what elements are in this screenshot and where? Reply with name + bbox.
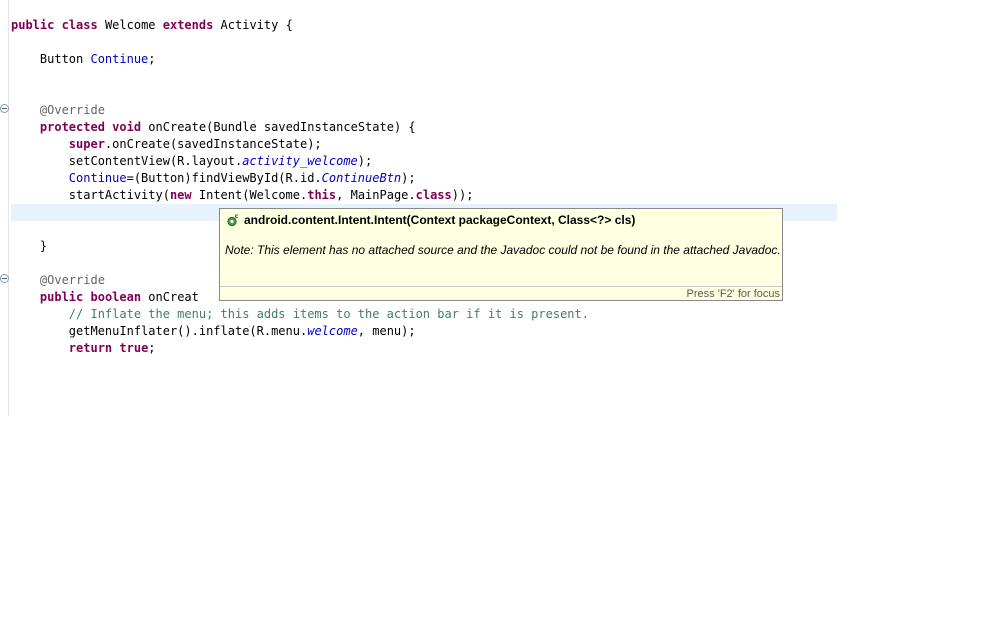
code-line-comment[interactable]: // Inflate the menu; this adds items to … bbox=[11, 306, 589, 323]
code-token: ); bbox=[401, 171, 416, 185]
code-token: // Inflate the menu; this adds items to … bbox=[11, 307, 589, 321]
javadoc-note: Note: This element has no attached sourc… bbox=[225, 243, 781, 257]
code-line[interactable]: super.onCreate(savedInstanceState); bbox=[11, 136, 322, 153]
code-token: @Override bbox=[11, 273, 105, 287]
javadoc-hover-popup[interactable]: c android.content.Intent.Intent(Context … bbox=[219, 208, 783, 301]
code-token: activity_welcome bbox=[242, 154, 358, 168]
code-token: class bbox=[415, 188, 452, 202]
code-line-method-declaration[interactable]: protected void onCreate(Bundle savedInst… bbox=[11, 119, 416, 136]
code-token: protected bbox=[39, 120, 105, 134]
code-token: public bbox=[39, 290, 84, 304]
code-token: getMenuInflater().inflate(R.menu. bbox=[11, 324, 308, 338]
code-token: Intent(Welcome. bbox=[191, 188, 308, 202]
code-token: ContinueBtn bbox=[321, 171, 402, 185]
code-line-field[interactable]: Button Continue; bbox=[11, 51, 156, 68]
code-token: =(Button)findViewById(R.id. bbox=[126, 171, 322, 185]
code-line[interactable]: return true; bbox=[11, 340, 156, 357]
code-token: Welcome bbox=[97, 18, 163, 32]
code-token: welcome bbox=[307, 324, 358, 338]
popup-status-divider bbox=[220, 286, 782, 287]
code-token: Continue bbox=[68, 171, 127, 185]
code-token: startActivity( bbox=[11, 188, 170, 202]
code-token: public bbox=[11, 18, 55, 32]
code-line[interactable]: startActivity(new Intent(Welcome.this, M… bbox=[11, 187, 474, 204]
code-token: Button bbox=[11, 52, 91, 66]
code-token: setContentView(R.layout. bbox=[11, 154, 243, 168]
constructor-icon: c bbox=[227, 213, 239, 227]
code-token: ; bbox=[148, 52, 156, 66]
javadoc-signature: android.content.Intent.Intent(Context pa… bbox=[244, 213, 636, 227]
editor-gutter-divider bbox=[8, 0, 9, 416]
code-token: ; bbox=[148, 341, 156, 355]
code-editor[interactable]: public class Welcome extends Activity { … bbox=[0, 0, 1008, 630]
code-line[interactable]: } bbox=[11, 238, 47, 255]
code-token: this bbox=[307, 188, 337, 202]
code-token: void bbox=[112, 120, 142, 134]
code-token: ); bbox=[357, 154, 373, 168]
code-token: @Override bbox=[11, 103, 105, 117]
svg-text:c: c bbox=[235, 213, 239, 220]
code-line-method-declaration[interactable]: public boolean onCreat bbox=[11, 289, 199, 306]
code-token: boolean bbox=[90, 290, 142, 304]
code-line-class-declaration[interactable]: public class Welcome extends Activity { bbox=[11, 17, 293, 34]
code-line[interactable]: Continue=(Button)findViewById(R.id.Conti… bbox=[11, 170, 416, 187]
code-token: extends bbox=[162, 18, 214, 32]
code-token: true bbox=[119, 341, 149, 355]
code-token: } bbox=[11, 239, 48, 253]
code-token: onCreat bbox=[141, 290, 199, 304]
code-line-annotation[interactable]: @Override bbox=[11, 102, 105, 119]
code-token: Activity { bbox=[213, 18, 293, 32]
collapse-fold-icon[interactable] bbox=[0, 274, 9, 283]
code-token: , menu); bbox=[357, 324, 416, 338]
code-token: new bbox=[169, 188, 192, 202]
code-token: Continue bbox=[90, 52, 149, 66]
code-token: onCreate(Bundle savedInstanceState) { bbox=[141, 120, 416, 134]
code-token: return bbox=[68, 341, 113, 355]
code-line[interactable]: getMenuInflater().inflate(R.menu.welcome… bbox=[11, 323, 416, 340]
code-token: class bbox=[61, 18, 98, 32]
code-token: )); bbox=[451, 188, 474, 202]
code-line[interactable]: setContentView(R.layout.activity_welcome… bbox=[11, 153, 372, 170]
collapse-fold-icon[interactable] bbox=[0, 104, 9, 113]
popup-status-hint: Press 'F2' for focus bbox=[686, 288, 780, 300]
code-token: super bbox=[68, 137, 105, 151]
code-line-annotation[interactable]: @Override bbox=[11, 272, 105, 289]
code-token: .onCreate(savedInstanceState); bbox=[104, 137, 322, 151]
code-token: , MainPage. bbox=[336, 188, 416, 202]
